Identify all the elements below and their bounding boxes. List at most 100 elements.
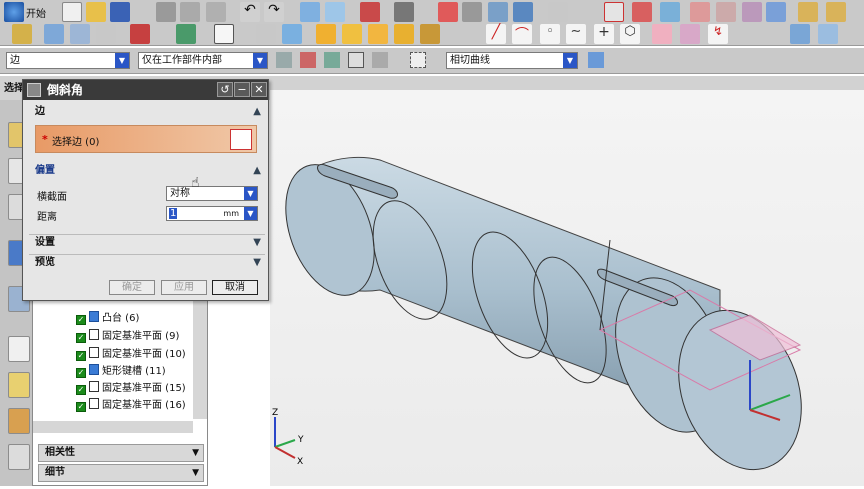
plane-icon[interactable] (742, 2, 762, 22)
distance-input[interactable]: 1 mm ▼ (166, 206, 258, 221)
process-studio-tab-icon[interactable] (8, 408, 30, 434)
curve-rule-select[interactable]: 相切曲线 ▼ (446, 52, 578, 69)
list-item[interactable]: ✓ 固定基准平面 (16) (76, 396, 186, 412)
component-icon[interactable] (96, 24, 116, 44)
view-icon[interactable] (300, 2, 320, 22)
cross-section-select[interactable]: 对称 ▼ (166, 186, 258, 201)
list-item[interactable]: ✓ 固定基准平面 (9) (76, 327, 179, 343)
point-icon[interactable] (660, 2, 680, 22)
scope-select[interactable]: 仅在工作部件内部 ▼ (138, 52, 268, 69)
minimize-icon[interactable]: − (234, 82, 250, 97)
wire-icon[interactable] (394, 2, 414, 22)
zoom-icon[interactable] (462, 2, 482, 22)
system-materials-tab-icon[interactable] (8, 372, 30, 398)
nav-scrollbar[interactable] (193, 301, 207, 419)
section-preview-header[interactable]: 预览 ▼ (29, 254, 265, 270)
section-settings-header[interactable]: 设置 ▼ (29, 234, 265, 250)
roles-tab-icon[interactable] (8, 444, 30, 470)
nav-section-dependencies[interactable]: 相关性 ▼ (38, 444, 204, 462)
save-icon[interactable] (110, 2, 130, 22)
inks-icon[interactable] (130, 24, 150, 44)
list-item[interactable]: ✓ 凸台 (6) (76, 309, 139, 325)
select-filter-icon[interactable] (300, 52, 316, 68)
explode-icon[interactable] (176, 24, 196, 44)
new-file-icon[interactable] (62, 2, 82, 22)
through-curves-icon[interactable] (818, 24, 838, 44)
revolve-icon[interactable] (342, 24, 362, 44)
rotate-icon[interactable] (513, 2, 533, 22)
datum-icon[interactable] (690, 2, 710, 22)
cube-select-icon[interactable] (230, 129, 252, 150)
boss-icon (89, 311, 99, 322)
snap-icon[interactable] (276, 52, 292, 68)
list-item[interactable]: ✓ 固定基准平面 (10) (76, 345, 186, 361)
undo-icon[interactable]: ↶ (240, 2, 260, 22)
curve-edit-icon[interactable]: ↯ (708, 24, 728, 44)
select-edge-row[interactable]: * 选择边 (0) (35, 125, 257, 153)
orient-icon[interactable] (548, 2, 568, 22)
point-snap-icon[interactable] (372, 52, 388, 68)
box-select-icon[interactable] (410, 52, 426, 68)
ok-button[interactable]: 确定 (109, 280, 155, 295)
apply-button[interactable]: 应用 (161, 280, 207, 295)
nav-hscrollbar[interactable] (33, 421, 193, 433)
boss-tool-icon[interactable] (394, 24, 414, 44)
filter-type-select[interactable]: 边 ▼ (6, 52, 130, 69)
checkbox-icon[interactable]: ✓ (76, 351, 86, 361)
cut-icon[interactable] (156, 2, 176, 22)
close-icon[interactable]: ✕ (251, 82, 267, 97)
section-offset-header[interactable]: 偏置 ▲ (29, 163, 265, 179)
trim-icon[interactable] (680, 24, 700, 44)
checkbox-icon[interactable]: ✓ (76, 385, 86, 395)
face-icon[interactable] (790, 24, 810, 44)
section-edge-header[interactable]: 边 ▲ (29, 104, 265, 120)
checkbox-icon[interactable]: ✓ (76, 333, 86, 343)
circle-point-icon[interactable]: ◦ (540, 24, 560, 44)
assembly-nav-icon[interactable] (44, 24, 64, 44)
checkbox-icon[interactable]: ✓ (76, 402, 86, 412)
pmi-icon[interactable] (826, 2, 846, 22)
select-arrow-icon[interactable] (360, 2, 380, 22)
list-item[interactable]: ✓ 矩形键槽 (11) (76, 362, 166, 378)
copy-icon[interactable] (180, 2, 200, 22)
fit-icon[interactable] (438, 2, 458, 22)
cylinder-icon[interactable] (282, 24, 302, 44)
graphics-viewport[interactable]: Z Y X (270, 90, 864, 486)
assembly-icon[interactable] (12, 24, 32, 44)
nx-logo-icon[interactable] (4, 2, 24, 22)
spline-icon[interactable]: ∼ (566, 24, 586, 44)
constraint-icon[interactable] (70, 24, 90, 44)
surface-icon[interactable] (652, 24, 672, 44)
checkbox-icon[interactable]: ✓ (76, 368, 86, 378)
extrude-icon[interactable] (316, 24, 336, 44)
selection-mode-icon[interactable] (348, 52, 364, 68)
pocket-icon[interactable] (420, 24, 440, 44)
open-file-icon[interactable] (86, 2, 106, 22)
feature-icon[interactable] (766, 2, 786, 22)
checkbox-icon[interactable]: ✓ (76, 315, 86, 325)
list-item[interactable]: ✓ 固定基准平面 (15) (76, 379, 186, 395)
line-tool-icon[interactable]: ╱ (486, 24, 506, 44)
hole-icon[interactable] (368, 24, 388, 44)
shade-icon[interactable] (325, 2, 345, 22)
history-tab-icon[interactable] (8, 336, 30, 362)
move-icon[interactable] (324, 52, 340, 68)
polygon-icon[interactable]: ⬡ (620, 24, 640, 44)
reset-icon[interactable]: ↺ (217, 82, 233, 97)
chevron-down-icon[interactable]: ▼ (244, 207, 257, 220)
box-icon[interactable] (256, 24, 276, 44)
cancel-button[interactable]: 取消 (212, 280, 258, 295)
arc-icon[interactable]: ⌒ (512, 24, 532, 44)
start-menu[interactable]: 开始 (26, 5, 46, 20)
paste-icon[interactable] (206, 2, 226, 22)
redo-icon[interactable]: ↷ (264, 2, 284, 22)
sketch-icon[interactable] (604, 2, 624, 22)
csys-icon[interactable] (716, 2, 736, 22)
nav-section-details[interactable]: 细节 ▼ (38, 464, 204, 482)
stop-icon[interactable] (588, 52, 604, 68)
line-icon[interactable] (632, 2, 652, 22)
pan-icon[interactable] (488, 2, 508, 22)
rectangle-icon[interactable] (214, 24, 234, 44)
table-icon[interactable] (798, 2, 818, 22)
point-tool-icon[interactable]: + (594, 24, 614, 44)
